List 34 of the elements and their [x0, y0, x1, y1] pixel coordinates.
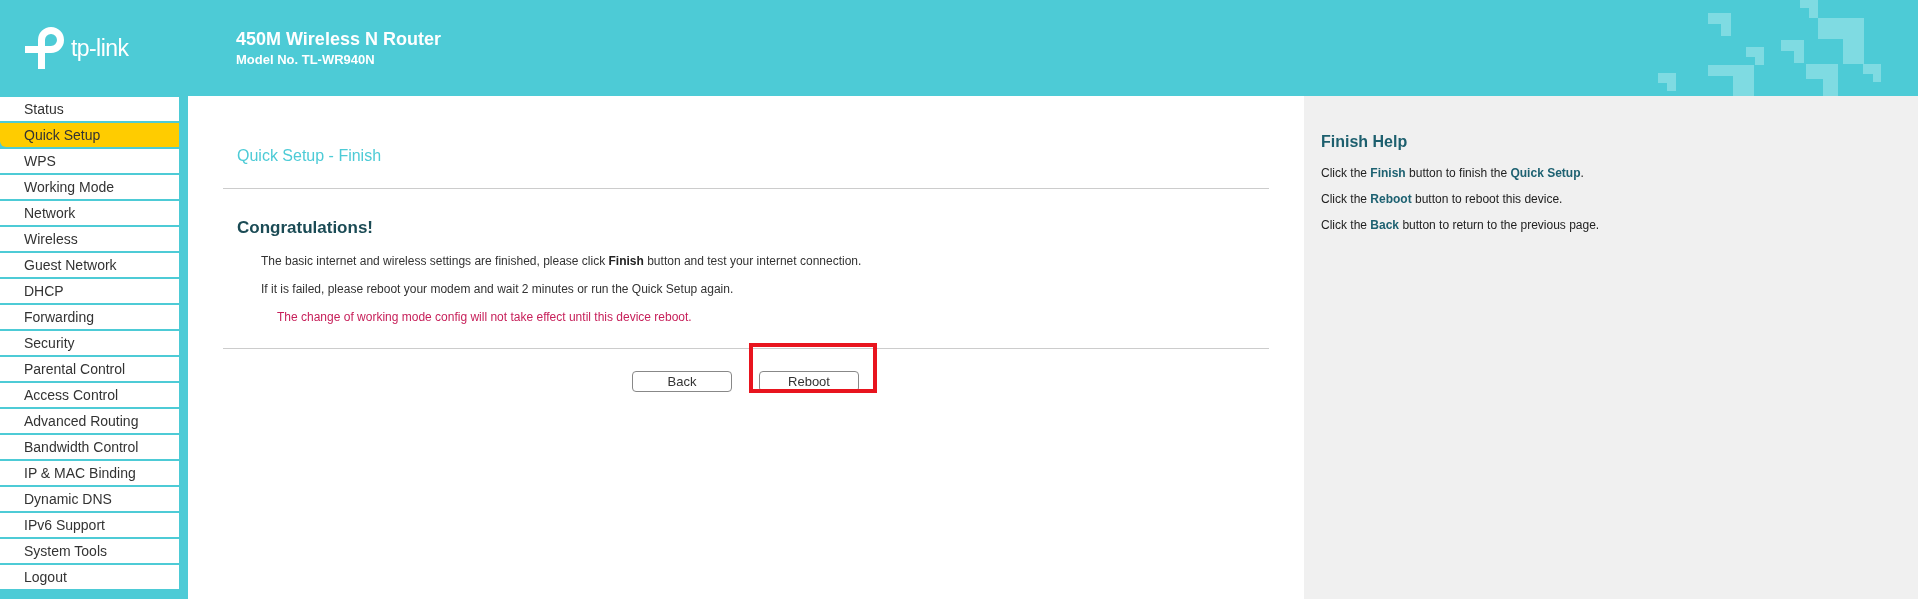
- help-text: Click the Reboot button to reboot this device.: [1321, 191, 1564, 208]
- nav-item[interactable]: Forwarding: [0, 305, 179, 329]
- nav-item[interactable]: Security: [0, 331, 179, 355]
- nav-item[interactable]: Wireless: [0, 227, 179, 251]
- info-text: If it is failed, please reboot your modem and wait 2 minutes or run the Quick Setup again.: [261, 280, 735, 298]
- logo-text: tp-link: [71, 33, 129, 63]
- nav-item[interactable]: Network: [0, 201, 179, 225]
- info-text: The basic internet and wireless settings are finished, please click Finish button and test your internet connection.: [261, 252, 863, 270]
- help-text: Click the Finish button to finish the Quick Setup.: [1321, 165, 1585, 182]
- nav-item[interactable]: System Tools: [0, 539, 179, 563]
- model-number: Model No. TL-WR940N: [236, 51, 376, 69]
- nav-item[interactable]: IPv6 Support: [0, 513, 179, 537]
- nav-item[interactable]: Logout: [0, 565, 179, 589]
- page-title: Quick Setup - Finish: [237, 146, 383, 166]
- warning-text: The change of working mode config will not take effect until this device reboot.: [277, 308, 693, 326]
- section-heading: Congratulations!: [237, 217, 374, 239]
- nav-item[interactable]: Guest Network: [0, 253, 179, 277]
- product-name: 450M Wireless N Router: [236, 28, 441, 51]
- nav-item[interactable]: Status: [0, 97, 179, 121]
- help-text: Click the Back button to return to the previous page.: [1321, 217, 1601, 234]
- nav-item[interactable]: Advanced Routing: [0, 409, 179, 433]
- nav-item[interactable]: Quick Setup: [0, 123, 179, 147]
- nav-item[interactable]: DHCP: [0, 279, 179, 303]
- nav-item[interactable]: Working Mode: [0, 175, 179, 199]
- help-title: Finish Help: [1321, 132, 1409, 152]
- nav-item[interactable]: Dynamic DNS: [0, 487, 179, 511]
- action-button[interactable]: Back: [632, 370, 732, 392]
- action-button[interactable]: Reboot: [759, 370, 859, 392]
- nav-item[interactable]: IP & MAC Binding: [0, 461, 179, 485]
- logo-icon: [25, 27, 67, 69]
- nav-item[interactable]: WPS: [0, 149, 179, 173]
- nav-item[interactable]: Bandwidth Control: [0, 435, 179, 459]
- nav-item[interactable]: Parental Control: [0, 357, 179, 381]
- nav-item[interactable]: Access Control: [0, 383, 179, 407]
